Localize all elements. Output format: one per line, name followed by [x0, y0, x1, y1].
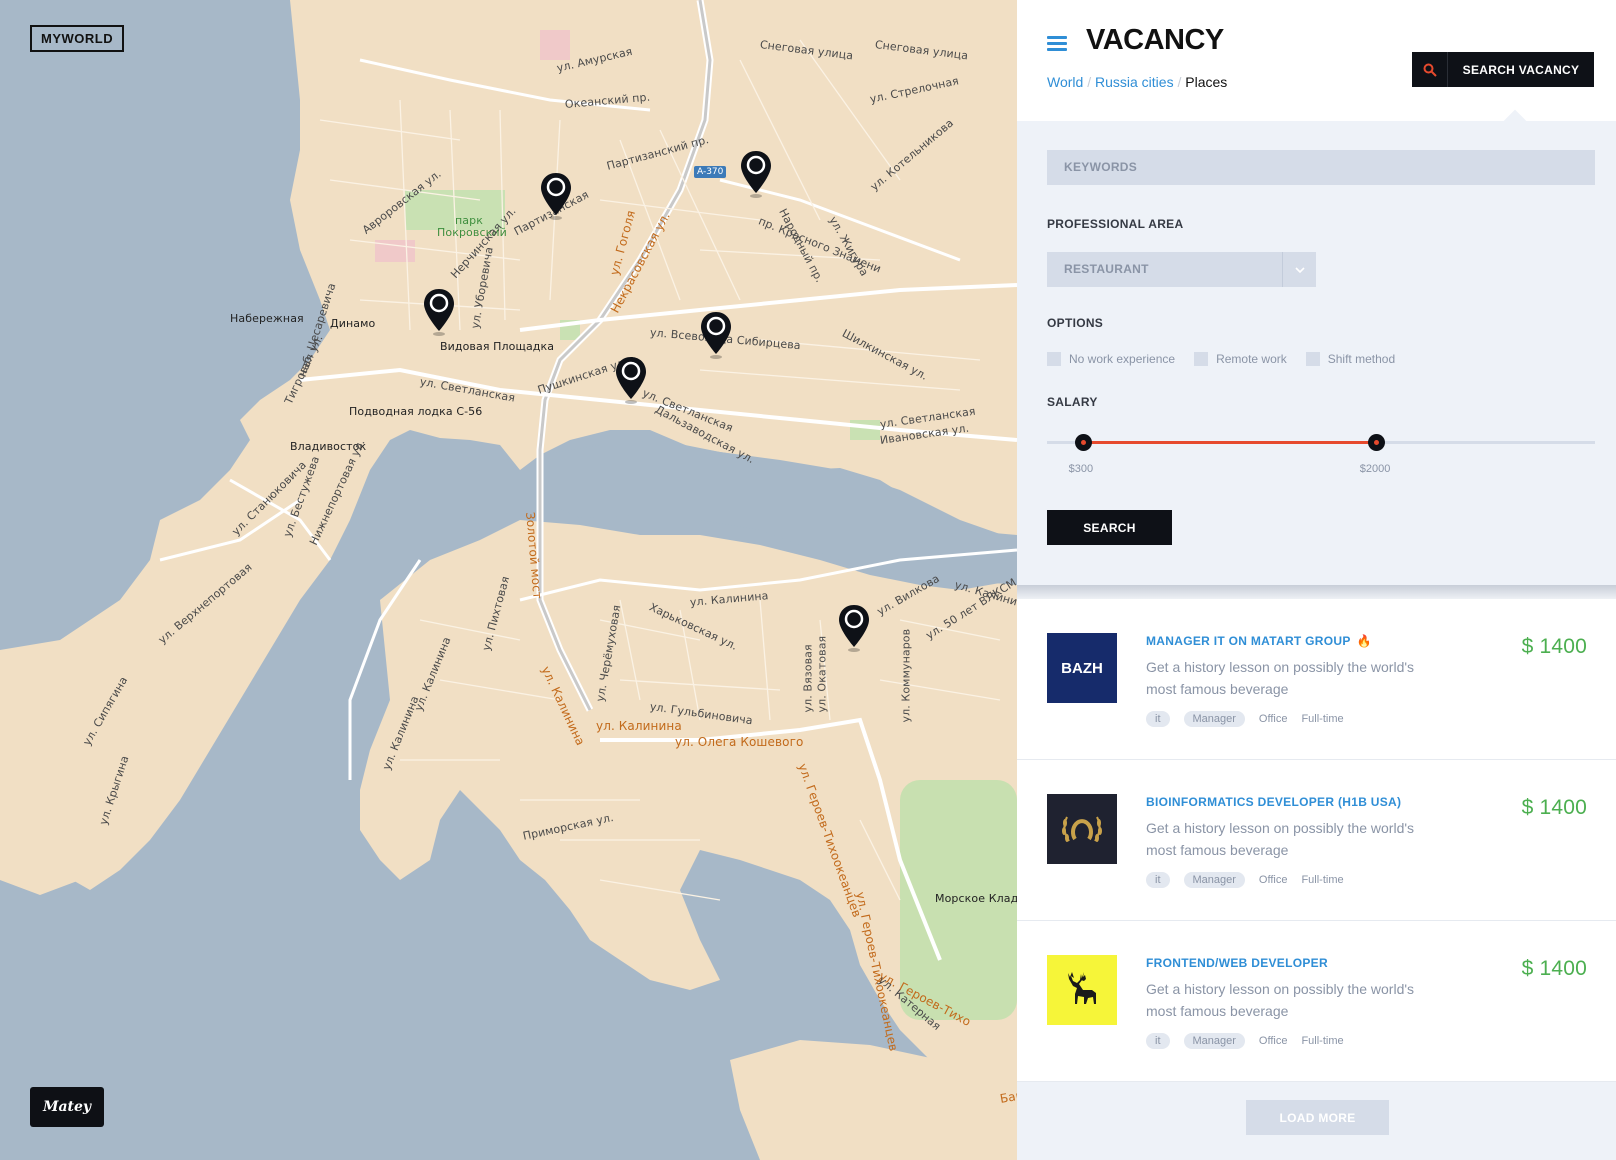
chevron-down-icon: [1282, 252, 1316, 287]
option-no-experience[interactable]: No work experience: [1047, 352, 1175, 366]
author-logo[interactable]: Matey: [30, 1087, 104, 1127]
job-description: Get a history lesson on possibly the wor…: [1146, 659, 1415, 697]
checkbox[interactable]: [1194, 352, 1209, 366]
job-list: BAZH MANAGER IT ON MATART GROUP 🔥 Get a h…: [1017, 599, 1616, 1082]
filter-form: KEYWORDS PROFESSIONAL AREA RESTAURANT OP…: [1017, 109, 1616, 585]
job-type: Full-time: [1301, 713, 1344, 725]
company-logo: BAZH: [1047, 633, 1117, 703]
road-badge: A-370: [694, 166, 727, 178]
job-title[interactable]: MANAGER IT ON MATART GROUP 🔥: [1146, 634, 1372, 648]
search-button[interactable]: SEARCH: [1047, 510, 1172, 545]
keywords-input[interactable]: KEYWORDS: [1047, 150, 1595, 185]
map-pin-icon[interactable]: [837, 603, 871, 653]
map-pin-icon[interactable]: [699, 310, 733, 360]
search-vacancy-button[interactable]: SEARCH VACANCY: [1412, 52, 1594, 87]
panel-header: VACANCY World / Russia cities / Places S…: [1017, 0, 1616, 121]
breadcrumb-separator: /: [1087, 74, 1092, 90]
map-street-label: Видовая Площадка: [440, 340, 555, 353]
professional-area-label: PROFESSIONAL AREA: [1047, 217, 1184, 231]
map-street-label: ул. Вязовая: [801, 644, 815, 713]
job-tags: it Manager Office Full-time: [1146, 872, 1344, 888]
load-more-bar: LOAD MORE: [1017, 1082, 1616, 1160]
laurel-logo-icon: [1047, 794, 1117, 864]
job-salary: $ 1400: [1521, 796, 1587, 819]
map-view[interactable]: A-370 ул. Амурская Океанский пр. Снеговая …: [0, 0, 1017, 1160]
job-location: Office: [1258, 713, 1288, 725]
job-description: Get a history lesson on possibly the wor…: [1146, 820, 1415, 858]
breadcrumb-world[interactable]: World: [1047, 74, 1083, 90]
map-street-label: ул. Окатовая: [815, 635, 829, 713]
map-pin-icon[interactable]: [539, 171, 573, 221]
job-salary: $ 1400: [1521, 957, 1587, 980]
checkbox[interactable]: [1047, 352, 1061, 366]
tag[interactable]: Manager: [1183, 711, 1245, 727]
checkbox[interactable]: [1305, 352, 1320, 366]
search-vacancy-label: SEARCH VACANCY: [1462, 62, 1580, 77]
deer-logo-icon: [1047, 955, 1117, 1025]
tag[interactable]: it: [1146, 1033, 1170, 1049]
option-label: Shift method: [1327, 352, 1396, 366]
tag[interactable]: Manager: [1183, 1033, 1245, 1049]
slider-fill: [1082, 441, 1376, 444]
map-street-label: Подводная лодка С-56: [349, 405, 483, 418]
job-type: Full-time: [1301, 1035, 1344, 1047]
job-card[interactable]: BAZH MANAGER IT ON MATART GROUP 🔥 Get a h…: [1017, 599, 1616, 760]
map-street-label: Морское Кладбище: [935, 892, 1017, 905]
job-location: Office: [1258, 1035, 1288, 1047]
option-label: Remote work: [1216, 352, 1287, 366]
map-street-label: ул. Олега Кошевого: [675, 735, 804, 749]
job-tags: it Manager Office Full-time: [1146, 1033, 1344, 1049]
options-label: OPTIONS: [1047, 316, 1104, 330]
job-salary: $ 1400: [1521, 635, 1587, 658]
breadcrumb-places: Places: [1185, 74, 1228, 90]
professional-area-select[interactable]: RESTAURANT: [1047, 252, 1316, 287]
load-more-button[interactable]: LOAD MORE: [1246, 1100, 1389, 1135]
tag[interactable]: it: [1146, 711, 1170, 727]
search-icon: [1412, 52, 1448, 87]
job-card[interactable]: BIOINFORMATICS DEVELOPER (H1B USA) Get a…: [1017, 760, 1616, 921]
map-street-label: Набережная: [230, 312, 304, 325]
map-street-label: Динамо: [330, 317, 376, 330]
brand-logo[interactable]: MYWORLD: [30, 25, 125, 52]
salary-label: SALARY: [1047, 395, 1098, 409]
salary-min-value: $300: [1068, 463, 1094, 475]
professional-area-value: RESTAURANT: [1064, 262, 1149, 276]
salary-range-slider[interactable]: $300 $2000: [1047, 433, 1595, 475]
breadcrumb-separator: /: [1177, 74, 1182, 90]
hamburger-icon[interactable]: [1047, 36, 1067, 51]
job-tags: it Manager Office Full-time: [1146, 711, 1344, 727]
flame-icon: 🔥: [1356, 634, 1372, 648]
app-root: A-370 ул. Амурская Океанский пр. Снеговая …: [0, 0, 1616, 1160]
options-group: No work experience Remote work Shift met…: [1047, 352, 1395, 366]
salary-max-handle[interactable]: [1367, 434, 1385, 451]
job-card[interactable]: FRONTEND/WEB DEVELOPER Get a history les…: [1017, 921, 1616, 1082]
job-description: Get a history lesson on possibly the wor…: [1146, 981, 1415, 1019]
job-title[interactable]: BIOINFORMATICS DEVELOPER (H1B USA): [1146, 795, 1401, 809]
map-pin-icon[interactable]: [614, 355, 648, 405]
job-title[interactable]: FRONTEND/WEB DEVELOPER: [1146, 956, 1328, 970]
option-label: No work experience: [1069, 352, 1176, 366]
breadcrumb: World / Russia cities / Places: [1047, 74, 1227, 90]
salary-min-handle[interactable]: [1074, 434, 1092, 451]
option-shift-method[interactable]: Shift method: [1305, 352, 1396, 366]
divider-shadow: [1017, 585, 1616, 599]
vacancy-panel: VACANCY World / Russia cities / Places S…: [1017, 0, 1616, 1160]
map-pin-icon[interactable]: [422, 287, 456, 337]
job-type: Full-time: [1301, 874, 1344, 886]
salary-max-value: $2000: [1359, 463, 1391, 475]
tag[interactable]: it: [1146, 872, 1170, 888]
map-street-label: ул. Калинина: [596, 719, 682, 733]
map-pin-icon[interactable]: [739, 149, 773, 199]
option-remote-work[interactable]: Remote work: [1194, 352, 1287, 366]
breadcrumb-russia-cities[interactable]: Russia cities: [1095, 74, 1174, 90]
job-location: Office: [1258, 874, 1288, 886]
map-street-label: ул. Коммунаров: [899, 628, 913, 723]
tag[interactable]: Manager: [1183, 872, 1245, 888]
page-title: VACANCY: [1086, 24, 1224, 56]
